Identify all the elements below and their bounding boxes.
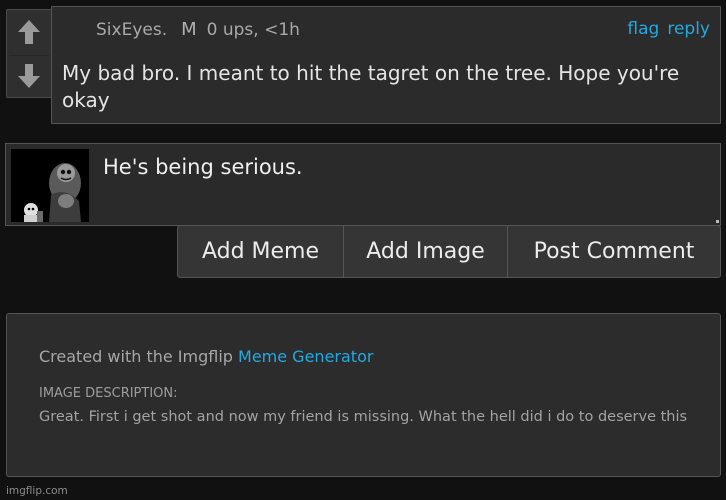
comment-meta: 0 ups, <1h [206,20,300,40]
add-image-button[interactable]: Add Image [343,226,507,277]
reply-image-thumbnail [11,149,89,222]
comment-header: SixEyes. M 0 ups, <1h [96,19,300,40]
post-comment-button[interactable]: Post Comment [507,226,720,277]
created-with-line: Created with the Imgflip Meme Generator [39,347,373,366]
image-description-text: Great. First i get shot and now my frien… [39,409,688,425]
comment-text: My bad bro. I meant to hit the tagret on… [62,61,680,112]
flag-link[interactable]: flag [627,19,659,39]
imgflip-watermark: imgflip.com [6,485,68,497]
upvote-arrow-icon [18,20,40,44]
reply-text: He's being serious. [103,155,303,179]
comment: SixEyes. M 0 ups, <1h flag reply My bad bro… [51,6,721,124]
image-description-label: IMAGE DESCRIPTION: [39,386,178,401]
meme-generator-link[interactable]: Meme Generator [238,347,373,366]
upvote-button[interactable] [9,12,49,52]
vote-box [6,9,52,98]
add-meme-button[interactable]: Add Meme [178,226,343,277]
resize-handle[interactable] [716,220,719,223]
downvote-button[interactable] [9,55,49,95]
comment-username[interactable]: SixEyes. [96,20,167,40]
reply-link[interactable]: reply [667,19,710,39]
comment-action-bar: Add Meme Add Image Post Comment [177,225,721,278]
mod-badge: M [181,19,197,40]
image-info-panel: Created with the Imgflip Meme Generator … [6,313,721,477]
downvote-arrow-icon [18,63,40,88]
comment-actions: flag reply [619,19,710,39]
reply-input[interactable]: He's being serious. [5,143,721,226]
created-prefix: Created with the Imgflip [39,347,239,366]
